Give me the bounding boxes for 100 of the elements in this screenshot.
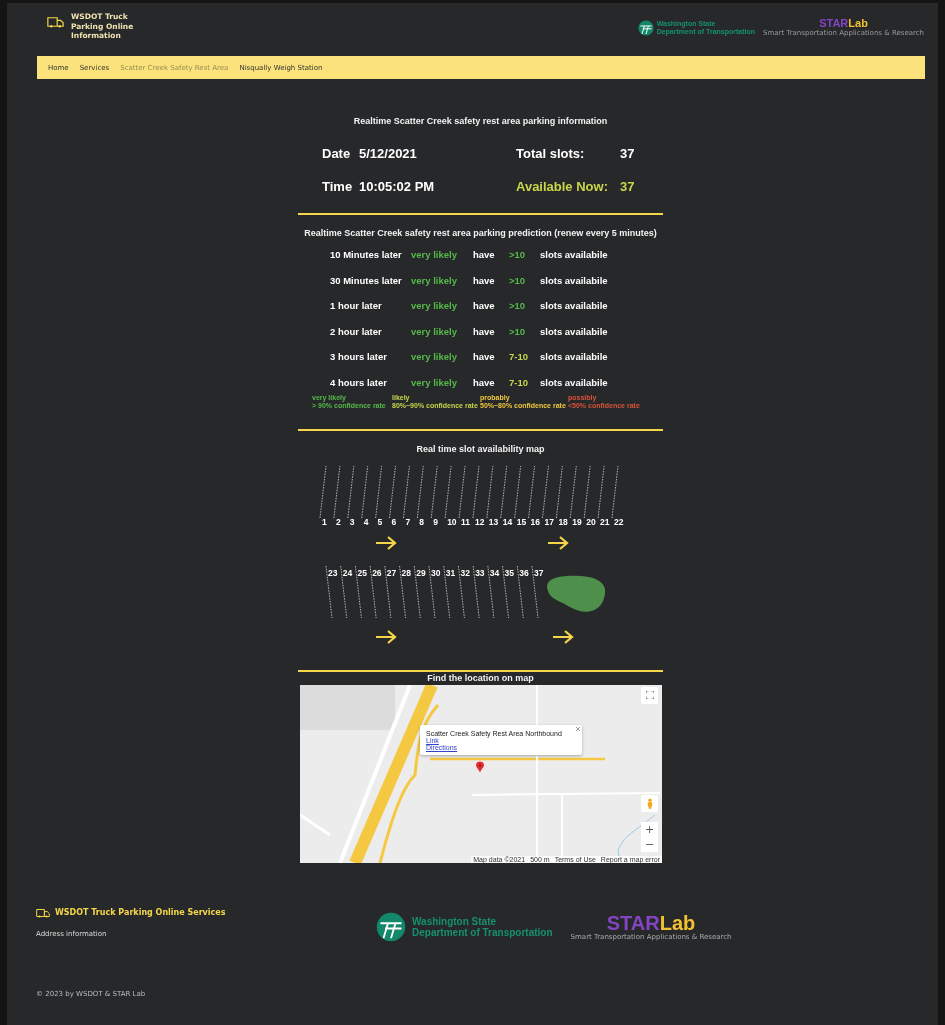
slot-line	[430, 465, 438, 518]
time-value: 10:05:02 PM	[359, 179, 436, 194]
slot-number: 37	[534, 567, 544, 578]
prediction-text: have	[473, 300, 496, 312]
time-horizon: 2 hour later	[330, 325, 383, 338]
slot-number: 34	[489, 567, 500, 578]
slot-number: 5	[377, 516, 383, 527]
slot-line	[389, 465, 396, 518]
slot-number: 11	[461, 516, 471, 527]
slot-number: 23	[328, 567, 338, 578]
slot-line	[403, 465, 410, 518]
prediction-text: slots availabile	[540, 300, 609, 312]
prediction-text: have	[473, 376, 496, 389]
slot-line	[500, 465, 508, 518]
prediction-text: have	[473, 249, 496, 261]
slot-number: 31	[445, 567, 456, 578]
slot-line	[458, 465, 466, 518]
prediction-text: have	[473, 325, 496, 338]
likelihood: very likely	[411, 376, 458, 389]
likelihood: very likely	[411, 249, 458, 261]
slot-line	[542, 465, 549, 518]
prediction-text: have	[473, 351, 496, 363]
slot-number: 18	[558, 516, 568, 527]
prediction-text: have	[473, 274, 496, 287]
slot-number: 8	[419, 516, 425, 527]
slot-number: 9	[433, 516, 438, 527]
arrow-icon	[374, 535, 397, 550]
slot-line	[611, 465, 619, 518]
slot-number: 7	[405, 516, 411, 527]
slot-number: 33	[475, 567, 485, 578]
wsdot-logo-icon	[376, 911, 406, 942]
slot-number: 1	[322, 516, 327, 527]
truck-icon	[36, 907, 50, 918]
time-horizon: 1 hour later	[330, 300, 383, 312]
section-title: Realtime Scatter Creek safety rest area parking prediction (renew every 5 minutes)	[303, 228, 658, 238]
fullscreen-icon	[645, 691, 654, 699]
slot-number: 16	[530, 516, 541, 527]
slot-number: 14	[502, 516, 513, 527]
map-pin-icon[interactable]	[476, 760, 484, 773]
slot-number: 10	[447, 516, 457, 527]
slot-count: >10	[509, 274, 527, 287]
slot-count: >10	[509, 325, 527, 338]
section-title: Realtime Scatter Creek safety rest area parking information	[352, 116, 609, 126]
likelihood: very likely	[411, 325, 458, 338]
prediction-text: slots availabile	[540, 274, 609, 287]
slot-line	[486, 465, 494, 518]
section-title: Find the location on map	[426, 672, 535, 683]
prediction-text: slots availabile	[540, 325, 609, 338]
total-slots-label: Total slots:	[516, 146, 586, 161]
close-icon[interactable]	[576, 726, 580, 731]
slot-number: 27	[386, 567, 397, 578]
slot-count: >10	[509, 300, 527, 312]
slot-number: 17	[544, 516, 554, 527]
truck-icon	[47, 16, 64, 28]
likelihood: very likely	[411, 351, 458, 363]
time-horizon: 4 hours later	[330, 376, 389, 389]
slot-number: 35	[504, 567, 515, 578]
total-slots-value: 37	[620, 146, 636, 161]
slot-line	[375, 465, 382, 518]
prediction-text: slots availabile	[540, 376, 609, 389]
slot-number: 12	[474, 516, 485, 527]
slot-number: 6	[391, 516, 397, 527]
available-value: 37	[620, 179, 636, 194]
slot-number: 24	[342, 567, 353, 578]
slot-line	[556, 465, 563, 518]
slot-number: 25	[357, 567, 367, 578]
slot-number: 36	[519, 567, 529, 578]
slot-line	[569, 465, 577, 518]
slot-line	[361, 465, 369, 518]
likelihood: very likely	[411, 274, 458, 287]
arrow-icon	[551, 629, 574, 644]
time-label: Time	[322, 179, 354, 194]
slot-number: 29	[416, 567, 426, 578]
logo-text: STARLab	[606, 912, 696, 933]
likelihood: very likely	[411, 300, 458, 312]
prediction-text: slots availabile	[540, 249, 609, 261]
time-horizon: 10 Minutes later	[330, 249, 403, 261]
slot-number: 30	[431, 567, 441, 578]
date-value: 5/12/2021	[359, 146, 418, 161]
slot-count: 7-10	[509, 351, 529, 363]
slot-line	[333, 465, 341, 518]
slot-number: 21	[600, 516, 610, 527]
slot-line	[583, 465, 591, 518]
slot-line	[444, 465, 452, 518]
arrow-icon	[374, 629, 397, 644]
slot-line	[597, 465, 605, 518]
slot-number: 28	[401, 567, 412, 578]
slot-number: 15	[516, 516, 527, 527]
slot-number: 3	[349, 516, 355, 527]
logo-text: Washington State Department of Transportation	[412, 915, 553, 938]
available-label: Available Now:	[516, 179, 609, 194]
arrow-icon	[546, 535, 569, 550]
wsdot-logo-icon	[637, 19, 654, 36]
slot-number: 22	[614, 516, 624, 527]
grass-area	[547, 575, 606, 612]
slot-line	[319, 465, 327, 518]
slot-number: 26	[372, 567, 382, 578]
slot-number: 20	[586, 516, 596, 527]
date-label: Date	[322, 146, 352, 161]
slot-line	[528, 465, 535, 518]
